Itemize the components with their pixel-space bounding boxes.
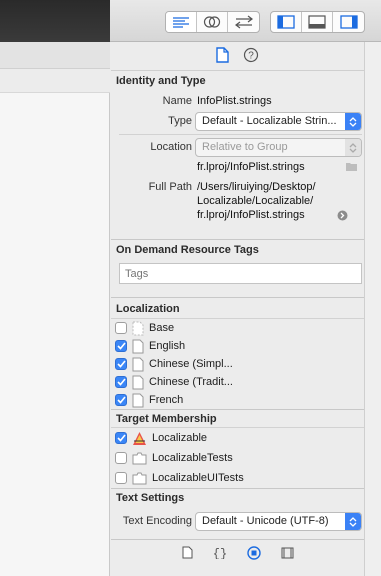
file-icon — [132, 393, 144, 407]
utilities-toggle-icon[interactable] — [333, 12, 364, 32]
dashed-file-icon — [132, 321, 144, 335]
section-title: Localization — [116, 303, 180, 315]
full-path-line: Localizable/Localizable/ — [197, 195, 314, 207]
panel-toggle-segmented-control — [270, 11, 365, 33]
localization-label: Base — [149, 322, 175, 334]
media-library-icon[interactable] — [281, 547, 294, 562]
location-value: Relative to Group — [202, 141, 288, 153]
file-icon — [132, 339, 144, 353]
type-label: Type — [168, 115, 192, 127]
assistant-editor-icon[interactable] — [197, 12, 228, 32]
localization-label: French — [149, 394, 184, 406]
identity-type-section: Identity and Type Name InfoPlist.strings… — [111, 71, 364, 241]
localization-item-chinese-traditional[interactable]: Chinese (Tradit... — [115, 373, 233, 391]
adjacent-window-edge — [364, 42, 381, 576]
separator — [111, 427, 364, 428]
type-popup[interactable]: Default - Localizable Strin... — [195, 112, 362, 131]
full-path-line: fr.lproj/InfoPlist.strings — [197, 209, 305, 221]
chevron-updown-icon — [345, 139, 361, 156]
checkbox[interactable] — [115, 340, 127, 352]
target-label: LocalizableTests — [152, 452, 233, 464]
localization-item-base[interactable]: Base — [115, 319, 174, 337]
file-inspector-panel: ? Identity and Type Name InfoPlist.strin… — [111, 42, 364, 576]
target-item-localizable[interactable]: Localizable — [115, 429, 207, 447]
chevron-updown-icon — [345, 513, 361, 530]
localization-label: Chinese (Simpl... — [149, 358, 233, 370]
test-bundle-icon — [132, 472, 147, 484]
test-bundle-icon — [132, 452, 147, 464]
localization-item-chinese-simplified[interactable]: Chinese (Simpl... — [115, 355, 233, 373]
checkbox[interactable] — [115, 472, 127, 484]
svg-text:{}: {} — [213, 547, 227, 559]
section-divider — [111, 539, 364, 540]
tags-input[interactable] — [119, 263, 362, 284]
target-item-localizable-ui-tests[interactable]: LocalizableUITests — [115, 469, 244, 487]
full-path-line: /Users/liruiying/Desktop/ — [197, 181, 316, 193]
localization-item-english[interactable]: English — [115, 337, 185, 355]
file-inspector-icon[interactable] — [216, 46, 229, 66]
checkbox[interactable] — [115, 376, 127, 388]
editor-selected-row[interactable] — [0, 69, 110, 93]
text-settings-section: Text Settings Text Encoding Default - Un… — [111, 489, 364, 539]
app-target-icon — [133, 431, 146, 445]
text-encoding-value: Default - Unicode (UTF-8) — [202, 515, 329, 527]
full-path-label: Full Path — [148, 181, 192, 193]
reveal-in-finder-icon[interactable] — [337, 210, 348, 224]
section-title: On Demand Resource Tags — [116, 244, 259, 256]
location-label: Location — [150, 141, 192, 153]
name-value[interactable]: InfoPlist.strings — [197, 95, 272, 107]
localization-label: Chinese (Tradit... — [149, 376, 233, 388]
toolbar-right-area — [110, 0, 381, 42]
checkbox[interactable] — [115, 322, 127, 334]
target-membership-section: Target Membership Localizable Localizabl… — [111, 410, 364, 488]
localization-item-french[interactable]: French — [115, 391, 183, 409]
file-icon — [132, 375, 144, 389]
standard-editor-icon[interactable] — [166, 12, 197, 32]
folder-icon[interactable] — [345, 161, 358, 175]
editor-area — [0, 42, 110, 576]
editor-mode-segmented-control — [165, 11, 260, 33]
code-snippet-icon[interactable]: {} — [212, 546, 227, 562]
text-encoding-label: Text Encoding — [122, 515, 192, 527]
checkbox[interactable] — [115, 452, 127, 464]
checkbox[interactable] — [115, 394, 127, 406]
separator — [119, 134, 362, 135]
quick-help-icon[interactable]: ? — [243, 47, 259, 66]
checkbox[interactable] — [115, 432, 127, 444]
target-item-localizable-tests[interactable]: LocalizableTests — [115, 449, 233, 467]
object-library-icon[interactable] — [246, 545, 261, 563]
text-encoding-popup[interactable]: Default - Unicode (UTF-8) — [195, 512, 362, 531]
version-editor-icon[interactable] — [228, 12, 259, 32]
file-template-icon[interactable] — [182, 546, 193, 562]
navigator-toggle-icon[interactable] — [271, 12, 302, 32]
inspector-tab-bar: ? — [111, 42, 364, 71]
svg-text:?: ? — [248, 50, 254, 61]
section-title: Identity and Type — [116, 75, 206, 87]
file-icon — [132, 357, 144, 371]
window-toolbar — [0, 0, 381, 42]
type-value: Default - Localizable Strin... — [202, 115, 337, 127]
checkbox[interactable] — [115, 358, 127, 370]
name-label: Name — [162, 95, 192, 107]
location-path: fr.lproj/InfoPlist.strings — [197, 161, 305, 173]
target-label: LocalizableUITests — [152, 472, 244, 484]
chevron-updown-icon — [345, 113, 361, 130]
editor-header — [0, 42, 110, 69]
on-demand-tags-section: On Demand Resource Tags — [111, 240, 364, 297]
library-tab-bar: {} — [111, 542, 364, 566]
debug-area-toggle-icon[interactable] — [302, 12, 333, 32]
localization-section: Localization Base English Chinese (Simpl… — [111, 298, 364, 408]
localization-label: English — [149, 340, 186, 352]
section-title: Text Settings — [116, 492, 185, 504]
location-popup[interactable]: Relative to Group — [195, 138, 362, 157]
target-label: Localizable — [152, 432, 208, 444]
